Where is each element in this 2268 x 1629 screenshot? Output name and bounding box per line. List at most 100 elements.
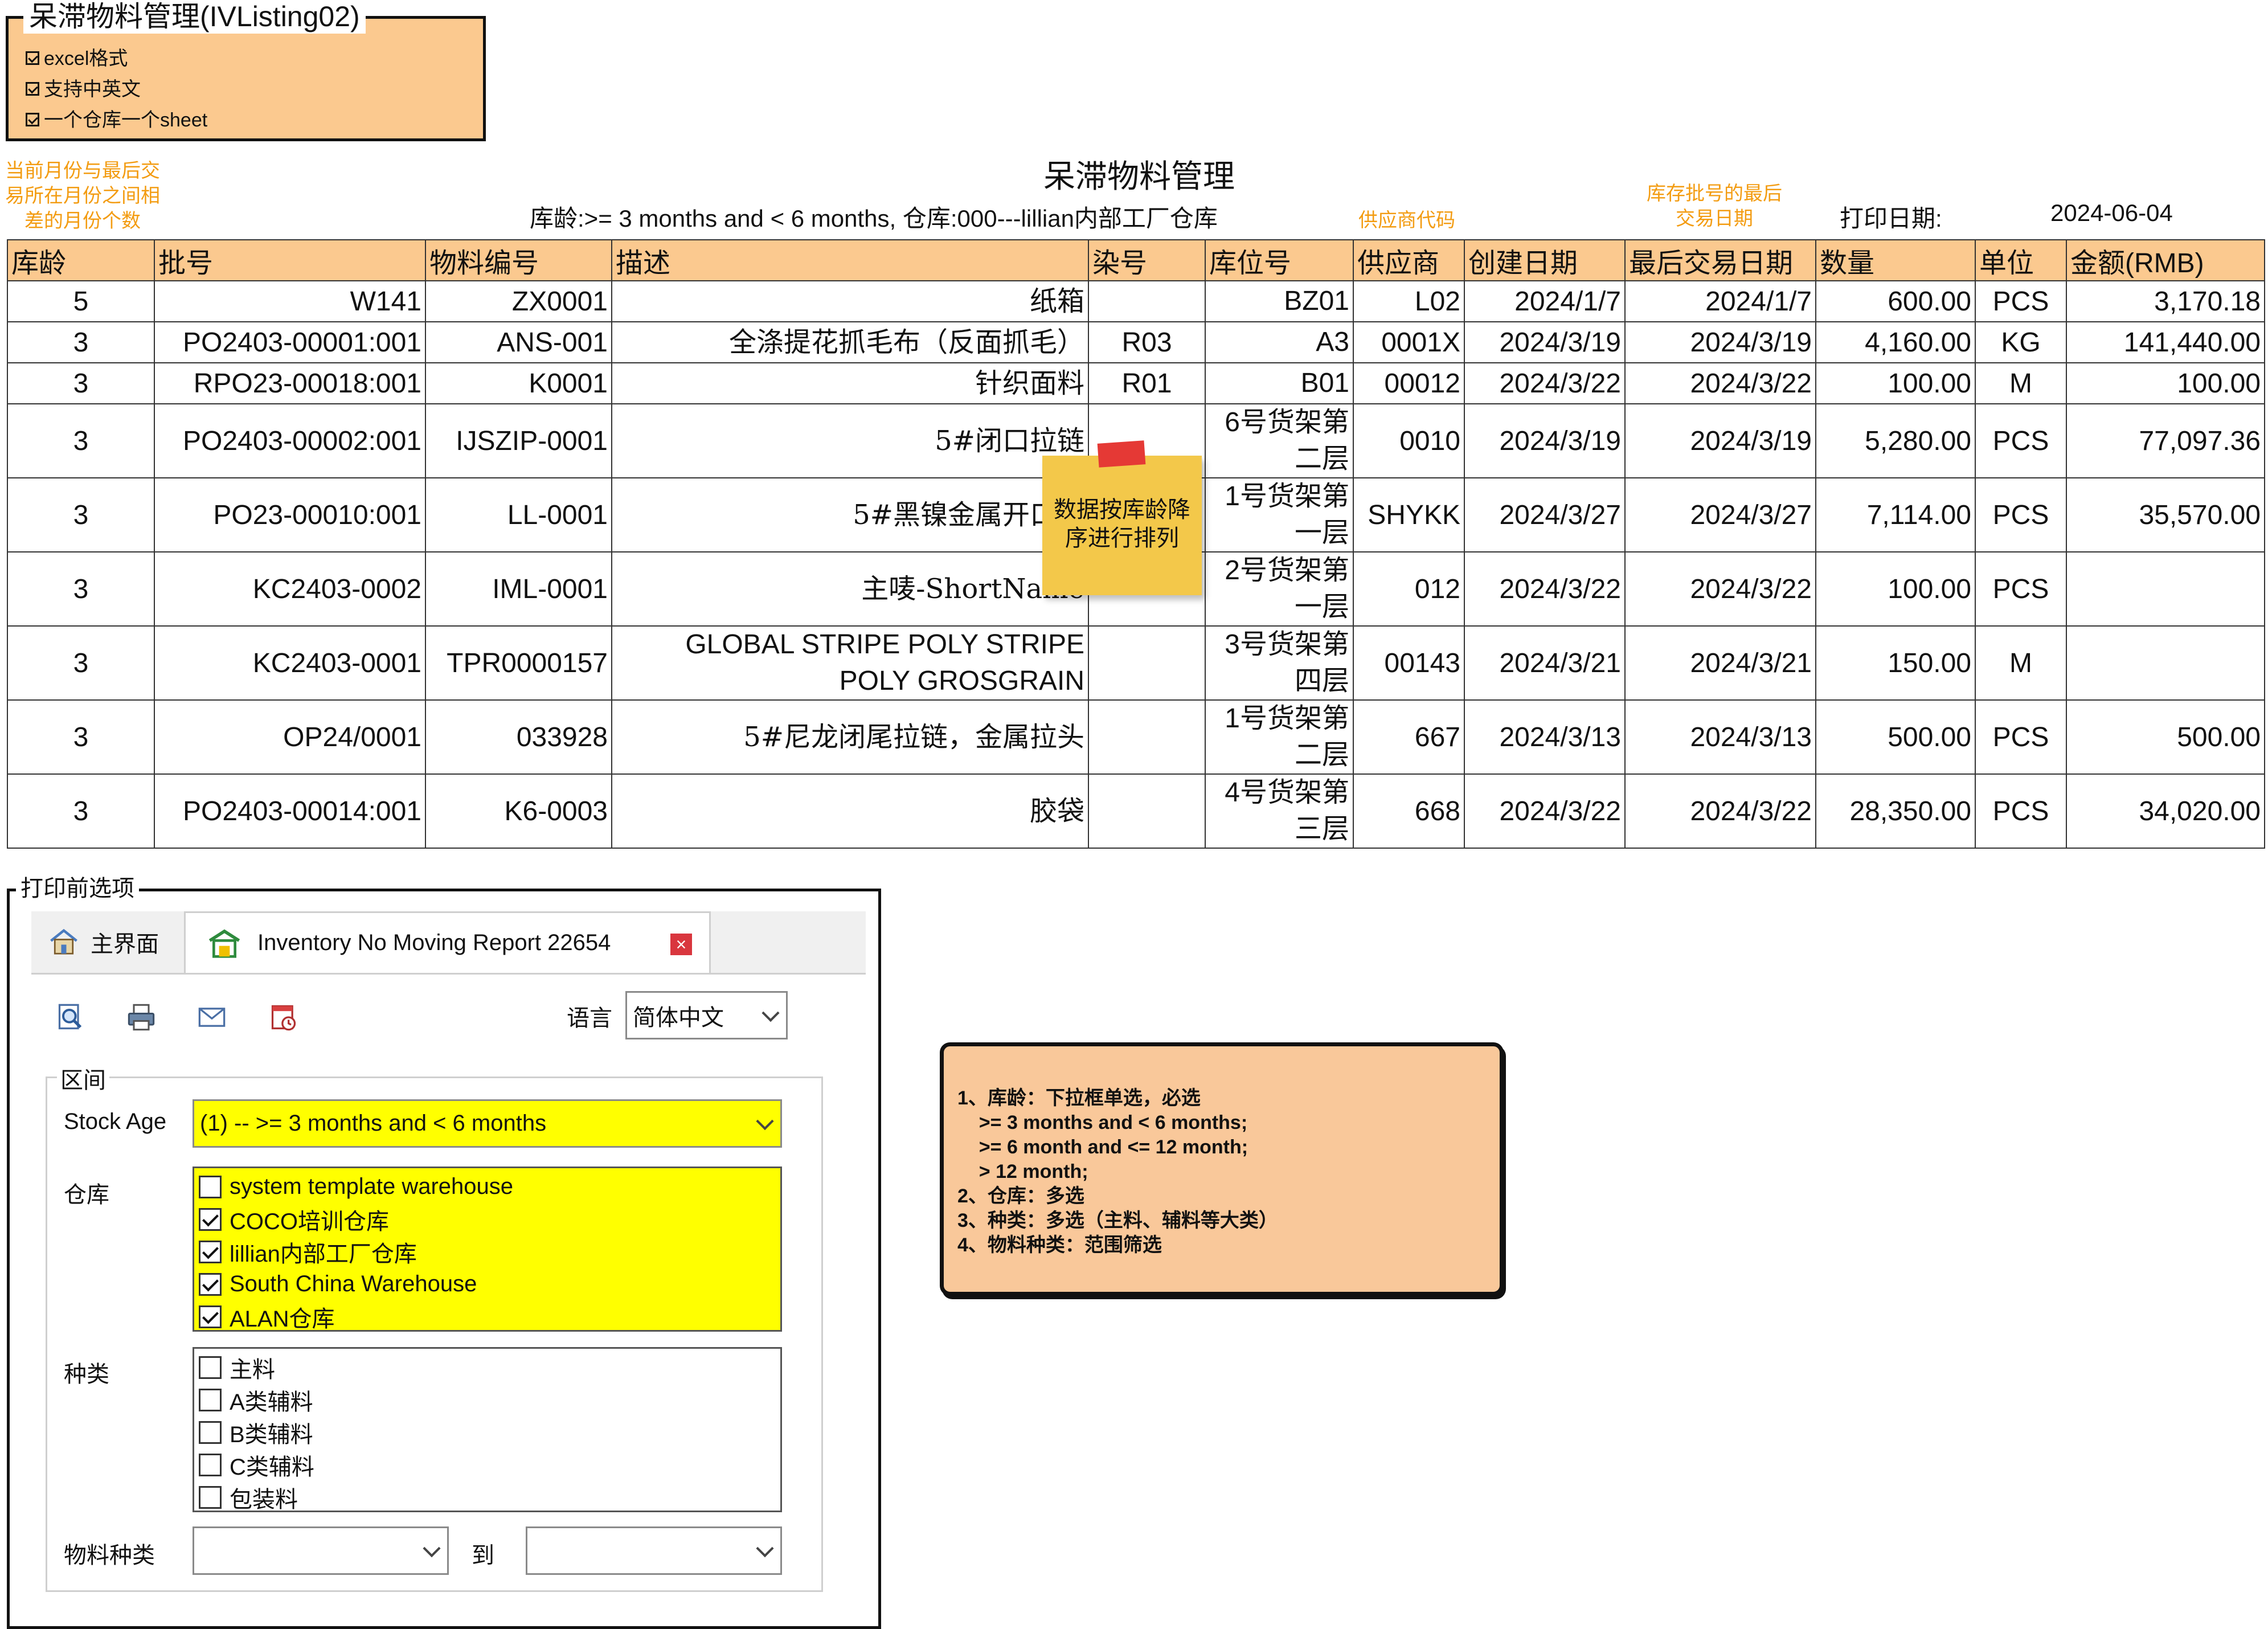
category-listbox[interactable]: 主料 A类辅料 B类辅料 C类辅料 包装料: [193, 1347, 782, 1512]
email-icon[interactable]: [197, 1002, 227, 1032]
table-cell: 2024/3/19: [1624, 321, 1816, 363]
spec-title: 呆滞物料管理(IVListing02): [23, 0, 366, 34]
print-date: 2024-06-04: [2050, 199, 2173, 226]
table-cell: 2024/3/13: [1624, 699, 1816, 775]
table-cell: 3: [7, 403, 155, 478]
table-cell: R01: [1088, 362, 1206, 404]
table-cell: OP24/0001: [154, 699, 426, 775]
table-cell: 3: [7, 699, 155, 775]
list-item[interactable]: 主料: [194, 1351, 780, 1384]
checkbox[interactable]: [199, 1305, 222, 1328]
table-cell: 0001X: [1353, 321, 1465, 363]
column-header: 最后交易日期: [1624, 239, 1816, 281]
table-row: 3 PO2403-00001:001 ANS-001 全涤提花抓毛布（反面抓毛） R03…: [7, 321, 2265, 363]
report-title: 呆滞物料管理: [1043, 158, 1235, 195]
column-header: 创建日期: [1464, 239, 1626, 281]
table-cell: 2024/3/19: [1624, 403, 1816, 478]
requirement-line: >= 3 months and < 6 months;: [957, 1112, 1248, 1133]
table-cell: IJSZIP-0001: [425, 403, 612, 478]
table-cell: 7,114.00: [1815, 477, 1976, 552]
table-cell: 141,440.00: [2066, 321, 2265, 363]
table-cell: 2024/3/21: [1624, 625, 1816, 701]
table-cell: 2024/1/7: [1464, 280, 1626, 322]
export-icon[interactable]: [269, 1002, 298, 1032]
list-item[interactable]: B类辅料: [194, 1416, 780, 1448]
table-cell: 4号货架第三层: [1205, 773, 1354, 849]
table-cell: [2066, 551, 2265, 627]
list-item[interactable]: COCO培训仓库: [194, 1203, 780, 1235]
table-cell: B01: [1205, 362, 1354, 404]
checkbox-icon: [26, 82, 39, 96]
table-cell: 6号货架第二层: [1205, 403, 1354, 478]
list-item[interactable]: ALAN仓库: [194, 1300, 780, 1330]
column-header: 批号: [154, 239, 426, 281]
sticky-note: 数据按库龄降 序进行排列: [1042, 456, 1202, 595]
checkbox[interactable]: [199, 1356, 222, 1379]
requirement-line: 4、物料种类：范围筛选: [957, 1234, 1162, 1256]
table-cell: 28,350.00: [1815, 773, 1976, 849]
requirement-line: 3、种类：多选（主料、辅料等大类）: [957, 1210, 1278, 1231]
checkbox[interactable]: [199, 1208, 222, 1231]
column-header: 染号: [1088, 239, 1206, 281]
checkbox[interactable]: [199, 1175, 222, 1198]
checkbox-icon: [26, 113, 39, 127]
preview-icon[interactable]: [56, 1002, 85, 1032]
tab-main[interactable]: 主界面: [31, 911, 184, 973]
table-cell: 100.00: [1815, 362, 1976, 404]
checkbox[interactable]: [199, 1453, 222, 1476]
requirement-line: 1、库龄：下拉框单选，必选: [957, 1087, 1201, 1109]
column-header: 金额(RMB): [2066, 239, 2265, 281]
list-item[interactable]: South China Warehouse: [194, 1268, 780, 1300]
table-cell: 77,097.36: [2066, 403, 2265, 478]
table-cell: 100.00: [1815, 551, 1976, 627]
material-type-to-select[interactable]: [526, 1526, 782, 1575]
list-item[interactable]: A类辅料: [194, 1384, 780, 1416]
list-item[interactable]: C类辅料: [194, 1448, 780, 1481]
table-cell: RPO23-00018:001: [154, 362, 426, 404]
table-cell: 2024/3/27: [1464, 477, 1626, 552]
table-cell: 胶袋: [611, 773, 1089, 849]
table-cell: 3: [7, 773, 155, 849]
table-cell: ZX0001: [425, 280, 612, 322]
language-select[interactable]: 简体中文: [625, 991, 788, 1039]
material-type-from-select[interactable]: [193, 1526, 449, 1575]
requirements-note: 1、库龄：下拉框单选，必选 >= 3 months and < 6 months…: [940, 1042, 1504, 1296]
close-tab-icon[interactable]: ×: [670, 934, 692, 955]
table-cell: 2024/3/22: [1464, 773, 1626, 849]
print-icon[interactable]: [126, 1002, 156, 1032]
table-cell: PCS: [1975, 551, 2067, 627]
table-cell: 00143: [1353, 625, 1465, 701]
table-cell: 2024/3/22: [1624, 551, 1816, 627]
table-cell: GLOBAL STRIPE POLY STRIPE POLY GROSGRAIN: [611, 625, 1089, 701]
table-cell: M: [1975, 362, 2067, 404]
column-header: 物料编号: [425, 239, 612, 281]
column-header: 供应商: [1353, 239, 1465, 281]
checkbox[interactable]: [199, 1240, 222, 1263]
checkbox[interactable]: [199, 1485, 222, 1509]
range-group-label: 区间: [57, 1062, 109, 1095]
table-cell: BZ01: [1205, 280, 1354, 322]
tape-icon: [1097, 440, 1146, 468]
column-header: 数量: [1815, 239, 1976, 281]
age-annotation: 当前月份与最后交 易所在月份之间相 差的月份个数: [5, 160, 160, 232]
checkbox[interactable]: [199, 1388, 222, 1411]
checkbox[interactable]: [199, 1272, 222, 1296]
table-cell: 2024/3/27: [1624, 477, 1816, 552]
table-cell: 2024/1/7: [1624, 280, 1816, 322]
table-cell: PO2403-00001:001: [154, 321, 426, 363]
list-item[interactable]: system template warehouse: [194, 1170, 780, 1203]
stock-age-select[interactable]: (1) -- >= 3 months and < 6 months: [193, 1099, 782, 1148]
tab-inventory-report[interactable]: Inventory No Moving Report 22654 ×: [184, 911, 711, 973]
list-item[interactable]: lillian内部工厂仓库: [194, 1235, 780, 1268]
table-cell: PCS: [1975, 699, 2067, 775]
checkbox[interactable]: [199, 1421, 222, 1444]
list-item[interactable]: 包装料: [194, 1481, 780, 1511]
table-cell: 667: [1353, 699, 1465, 775]
warehouse-listbox[interactable]: system template warehouse COCO培训仓库 lillian…: [193, 1167, 782, 1332]
table-cell: 3,170.18: [2066, 280, 2265, 322]
table-cell: 5#闭口拉链: [611, 403, 1089, 478]
table-cell: 1号货架第一层: [1205, 477, 1354, 552]
table-row: 3 RPO23-00018:001 K0001 针织面料 R01 B01 00012 2024…: [7, 362, 2265, 404]
table-cell: PO2403-00002:001: [154, 403, 426, 478]
table-cell: 00012: [1353, 362, 1465, 404]
